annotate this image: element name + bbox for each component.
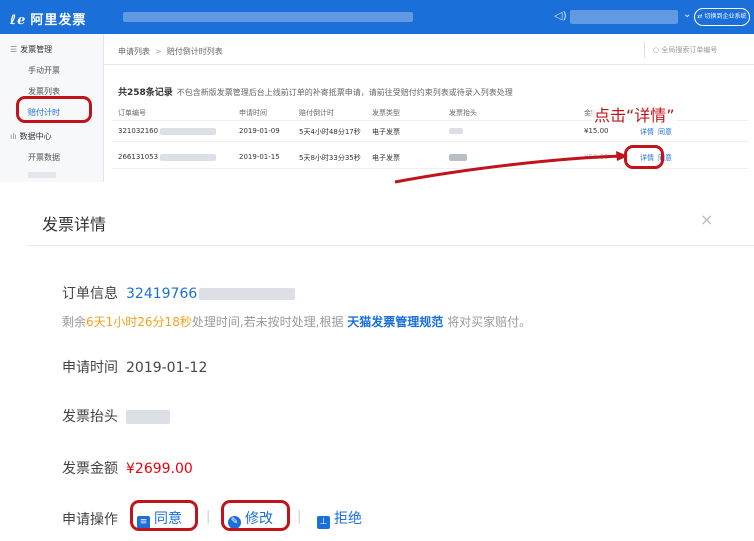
amount-value: ¥2699.00 [126, 461, 193, 477]
order-number[interactable]: 32419766 [126, 286, 197, 302]
arrow-line [394, 154, 623, 184]
modal-title: 发票详情 [42, 215, 107, 234]
highlight-agree-button [130, 500, 198, 531]
separator: | [206, 509, 211, 524]
deadline-warning: 剩余6天1小时26分18秒处理时间,若未按时处理,根据 天猫发票管理规范 将对买… [62, 315, 532, 329]
apply-time-label: 申请时间 [62, 360, 118, 376]
remaining-time: 6天1小时26分18秒 [86, 315, 192, 329]
policy-link[interactable]: 天猫发票管理规范 [347, 315, 443, 329]
highlight-modify-button [221, 500, 290, 531]
reject-button[interactable]: ⊥ 拒绝 [317, 508, 362, 529]
order-info: 订单信息 32419766 [62, 283, 296, 303]
blurred-invoice-title [126, 410, 170, 424]
amount-label: 发票金额 [62, 461, 118, 477]
invoice-title-row: 发票抬头 [62, 406, 170, 426]
blurred-order-digits [199, 288, 296, 300]
arrow-head [616, 151, 628, 161]
amount-row: 发票金额 ¥2699.00 [62, 458, 193, 478]
order-info-label: 订单信息 [62, 286, 118, 302]
close-icon[interactable]: × [700, 210, 713, 229]
apply-time-value: 2019-01-12 [126, 360, 208, 376]
invoice-title-label: 发票抬头 [62, 409, 118, 425]
ops-label: 申请操作 [62, 512, 118, 528]
separator: | [297, 509, 302, 524]
apply-time-row: 申请时间 2019-01-12 [62, 357, 207, 377]
user-reject-icon: ⊥ [317, 516, 330, 529]
modal-divider [27, 245, 754, 246]
